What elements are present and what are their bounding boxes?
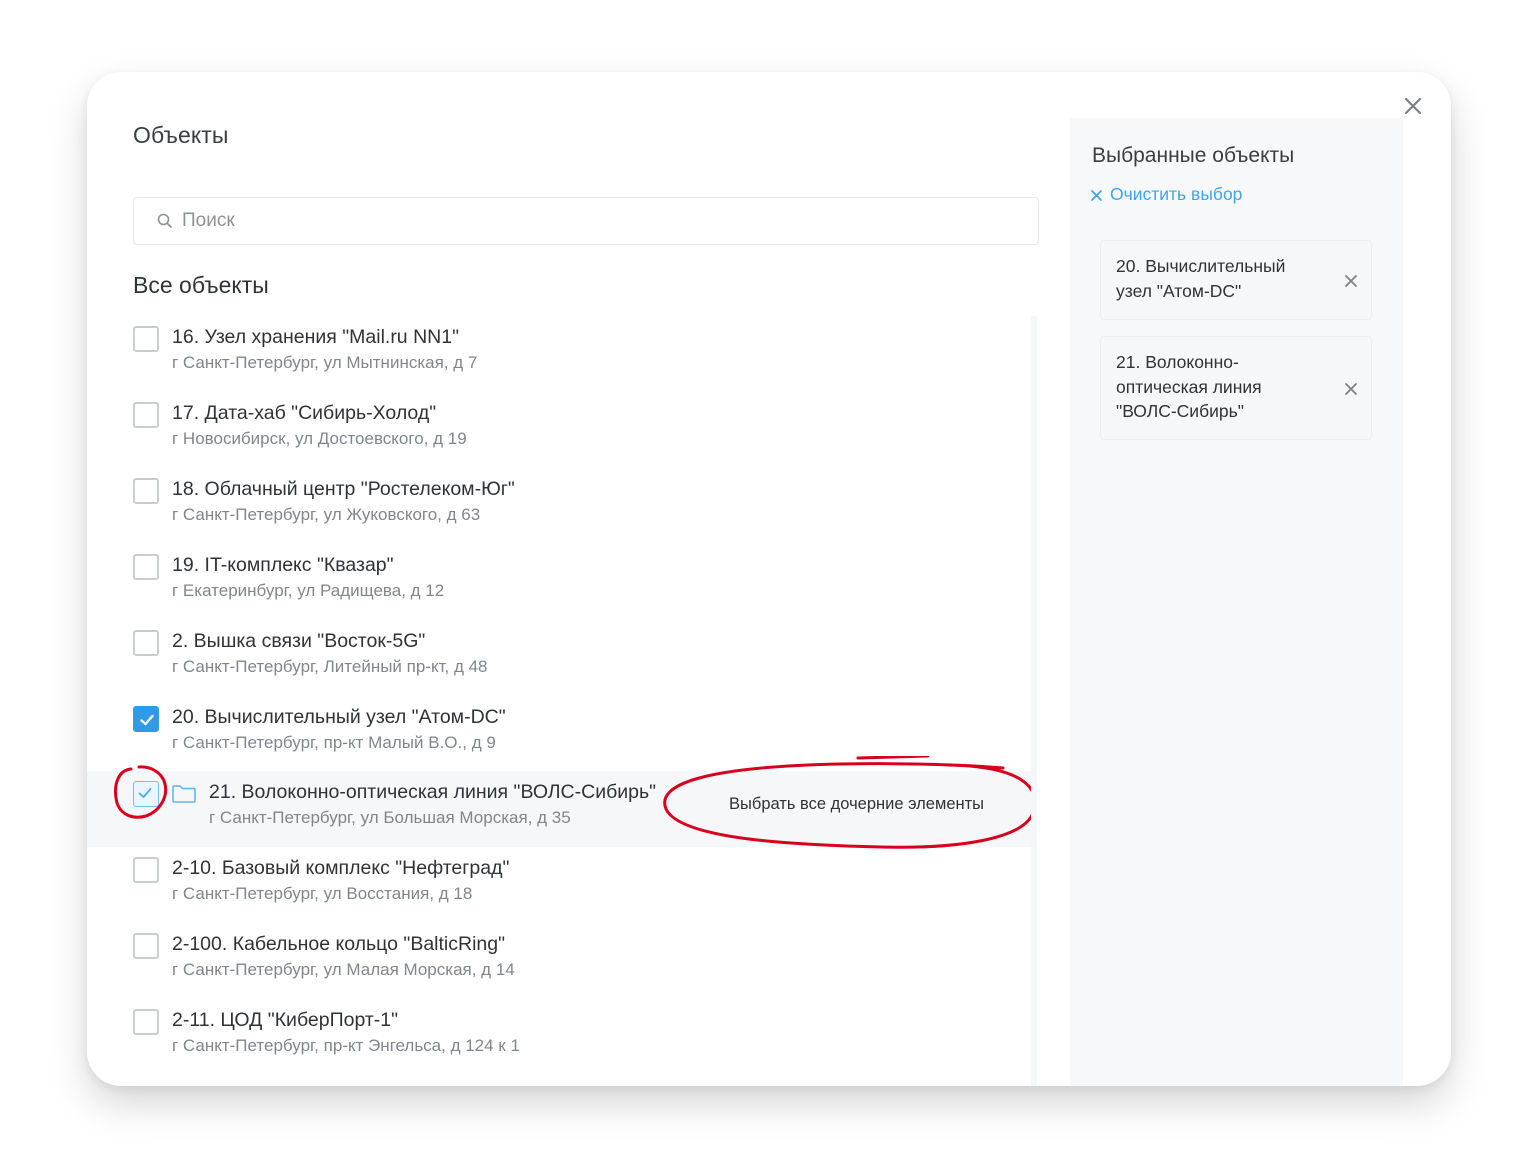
close-icon[interactable]: [1401, 94, 1425, 118]
selected-title: Выбранные объекты: [1092, 144, 1295, 167]
list-item[interactable]: 18. Облачный центр "Ростелеком-Юг" г Санк…: [87, 468, 1035, 544]
selected-chip: 20. Вычислительный узел "Атом-DC": [1100, 240, 1372, 320]
item-address: г Санкт-Петербург, Литейный пр-кт, д 48: [172, 657, 488, 676]
item-address: г Екатеринбург, ул Радищева, д 12: [172, 581, 445, 600]
clear-icon: [1091, 190, 1102, 201]
list-item[interactable]: 20. Вычислительный узел "Атом-DC" г Санкт…: [87, 696, 1035, 772]
item-name: 2-10. Базовый комплекс "Нефтеград": [172, 857, 510, 879]
item-checkbox[interactable]: [133, 933, 159, 959]
remove-chip-icon[interactable]: [1344, 382, 1358, 396]
item-checkbox[interactable]: [133, 326, 159, 352]
objects-dialog: Объекты Все объекты 16. Узел хранения "M…: [87, 72, 1451, 1086]
list-item[interactable]: 19. IT-комплекс "Квазар" г Екатеринбург, …: [87, 544, 1035, 620]
item-checkbox[interactable]: [133, 478, 159, 504]
item-checkbox[interactable]: [133, 781, 159, 807]
item-name: 2. Вышка связи "Восток-5G": [172, 630, 426, 652]
clear-selection-label: Очистить выбор: [1110, 184, 1243, 204]
selected-chip-label: 21. Волоконно-оптическая линия "ВОЛС-Сиб…: [1116, 352, 1262, 421]
all-objects-heading: Все объекты: [133, 272, 269, 298]
item-name: 21. Волоконно-оптическая линия "ВОЛС-Сиб…: [209, 781, 657, 803]
item-name: 20. Вычислительный узел "Атом-DC": [172, 706, 506, 728]
objects-list[interactable]: 16. Узел хранения "Mail.ru NN1" г Санкт-П…: [87, 316, 1035, 1086]
list-item[interactable]: 2-11. ЦОД "КиберПорт-1" г Санкт-Петербург…: [87, 999, 1035, 1075]
remove-chip-icon[interactable]: [1344, 274, 1358, 288]
item-address: г Санкт-Петербург, ул Малая Морская, д 1…: [172, 960, 515, 979]
search-icon: [157, 213, 172, 228]
folder-icon: [172, 785, 196, 803]
selected-panel: Выбранные объекты Очистить выбор 20. Выч…: [1070, 118, 1403, 1086]
list-item[interactable]: 21. Волоконно-оптическая линия "ВОЛС-Сиб…: [87, 756, 1035, 849]
item-name: 17. Дата-хаб "Сибирь-Холод": [172, 402, 437, 424]
item-address: г Санкт-Петербург, пр-кт Малый В.О., д 9: [172, 733, 496, 752]
item-address: г Санкт-Петербург, ул Мытнинская, д 7: [172, 353, 478, 372]
checkmark-icon: [140, 714, 154, 726]
item-name: 2-11. ЦОД "КиберПорт-1": [172, 1009, 399, 1031]
item-name: 16. Узел хранения "Mail.ru NN1": [172, 326, 460, 348]
list-item[interactable]: 2. Вышка связи "Восток-5G" г Санкт-Петерб…: [87, 620, 1035, 696]
item-checkbox[interactable]: [133, 1009, 159, 1035]
item-name: 2-100. Кабельное кольцо "BalticRing": [172, 933, 506, 955]
selected-chip: 21. Волоконно-оптическая линия "ВОЛС-Сиб…: [1100, 336, 1372, 440]
list-item[interactable]: 17. Дата-хаб "Сибирь-Холод" г Новосибирск…: [87, 392, 1035, 468]
list-item[interactable]: 2-100. Кабельное кольцо "BalticRing" г Са…: [87, 923, 1035, 999]
search-input[interactable]: [182, 198, 1002, 244]
list-item[interactable]: 16. Узел хранения "Mail.ru NN1" г Санкт-П…: [87, 316, 1035, 392]
item-name: 18. Облачный центр "Ростелеком-Юг": [172, 478, 515, 500]
item-checkbox[interactable]: [133, 402, 159, 428]
item-address: г Санкт-Петербург, ул Большая Морская, д…: [209, 808, 571, 827]
item-address: г Санкт-Петербург, ул Жуковского, д 63: [172, 505, 481, 524]
item-checkbox[interactable]: [133, 857, 159, 883]
item-checkbox[interactable]: [133, 706, 159, 732]
item-name: 19. IT-комплекс "Квазар": [172, 554, 394, 576]
item-address: г Санкт-Петербург, ул Восстания, д 18: [172, 884, 473, 903]
item-checkbox[interactable]: [133, 630, 159, 656]
dialog-title: Объекты: [133, 122, 229, 148]
search-field[interactable]: [133, 197, 1039, 245]
item-checkbox[interactable]: [133, 554, 159, 580]
item-address: г Санкт-Петербург, пр-кт Энгельса, д 124…: [172, 1036, 520, 1055]
list-scrollbar-track[interactable]: [1031, 316, 1037, 1086]
list-item[interactable]: 2-10. Базовый комплекс "Нефтеград" г Санк…: [87, 847, 1035, 923]
selected-chip-label: 20. Вычислительный узел "Атом-DC": [1116, 256, 1286, 301]
checkmark-icon: [138, 788, 152, 798]
item-address: г Новосибирск, ул Достоевского, д 19: [172, 429, 467, 448]
select-children-tooltip[interactable]: Выбрать все дочерние элементы: [729, 795, 984, 814]
